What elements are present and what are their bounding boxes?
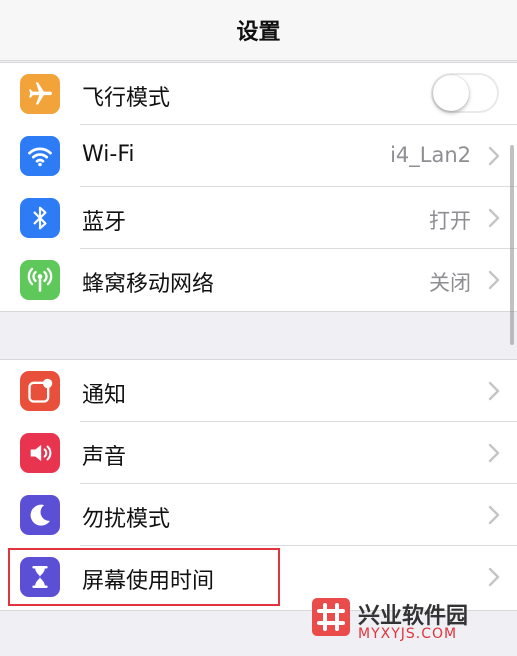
toggle-knob — [433, 75, 469, 111]
settings-group-connectivity: 飞行模式 Wi-Fi i4_Lan2 蓝牙 打开 蜂窝移动网络 关闭 — [0, 62, 517, 312]
cellular-status-value: 关闭 — [429, 271, 471, 295]
chevron-right-icon — [488, 146, 500, 166]
notifications-label: 通知 — [82, 383, 127, 408]
chevron-right-icon — [488, 270, 500, 290]
chevron-right-icon — [488, 567, 500, 587]
wifi-label: Wi-Fi — [82, 142, 135, 167]
notification-badge-icon — [20, 371, 60, 411]
wifi-icon — [20, 136, 60, 176]
sounds-label: 声音 — [82, 445, 127, 470]
watermark-subtitle: MYXYJS.COM — [358, 626, 458, 642]
watermark-logo-icon — [312, 598, 350, 636]
do-not-disturb-label: 勿扰模式 — [82, 507, 171, 532]
scrollbar[interactable] — [510, 145, 514, 345]
settings-row-airplane-mode[interactable]: 飞行模式 — [0, 63, 517, 125]
airplane-mode-label: 飞行模式 — [82, 86, 171, 111]
chevron-right-icon — [488, 208, 500, 228]
bluetooth-icon — [20, 198, 60, 238]
wifi-network-value: i4_Lan2 — [390, 143, 471, 167]
chevron-right-icon — [488, 505, 500, 525]
watermark: 兴业软件园 MYXYJS.COM — [312, 596, 517, 652]
settings-row-cellular[interactable]: 蜂窝移动网络 关闭 — [0, 249, 517, 311]
chevron-right-icon — [488, 381, 500, 401]
airplane-mode-toggle[interactable] — [431, 73, 499, 113]
page-title: 设置 — [236, 20, 281, 45]
airplane-icon — [20, 74, 60, 114]
chevron-right-icon — [488, 443, 500, 463]
settings-row-bluetooth[interactable]: 蓝牙 打开 — [0, 187, 517, 249]
cellular-label: 蜂窝移动网络 — [82, 272, 215, 297]
moon-icon — [20, 495, 60, 535]
settings-row-wifi[interactable]: Wi-Fi i4_Lan2 — [0, 125, 517, 187]
navigation-bar: 设置 — [0, 0, 517, 61]
speaker-icon — [20, 433, 60, 473]
highlight-annotation-box — [8, 548, 280, 606]
bluetooth-label: 蓝牙 — [82, 210, 127, 235]
settings-row-notifications[interactable]: 通知 — [0, 360, 517, 422]
antenna-icon — [20, 260, 60, 300]
settings-row-sounds[interactable]: 声音 — [0, 422, 517, 484]
settings-row-do-not-disturb[interactable]: 勿扰模式 — [0, 484, 517, 546]
bluetooth-status-value: 打开 — [429, 209, 471, 233]
